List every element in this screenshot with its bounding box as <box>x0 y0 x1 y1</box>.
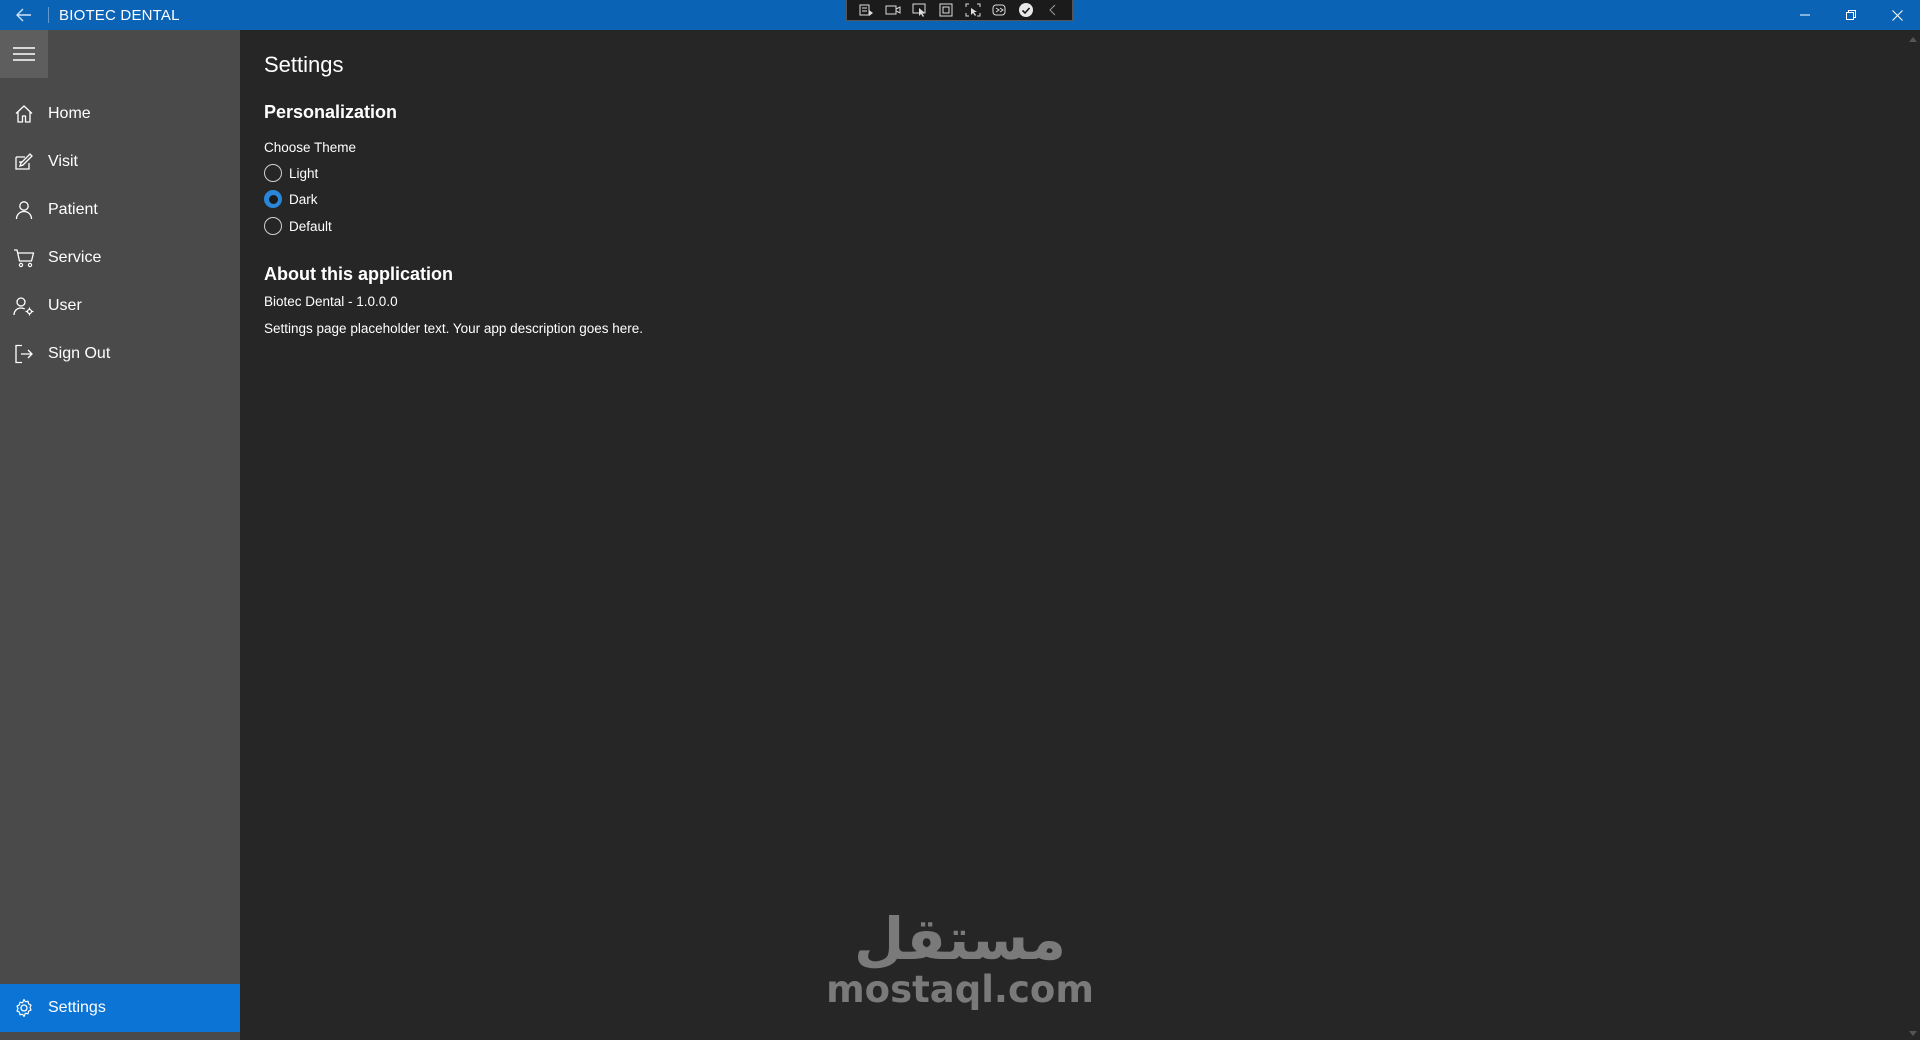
cart-icon <box>14 249 35 268</box>
adorner-icon <box>939 3 953 17</box>
display-layout-adorners-button[interactable] <box>937 2 955 18</box>
select-element-button[interactable] <box>911 2 929 18</box>
nav-item-settings[interactable]: Settings <box>0 984 240 1032</box>
radio-button-dark[interactable] <box>264 190 282 208</box>
nav-item-service[interactable]: Service <box>0 234 240 282</box>
close-button[interactable] <box>1874 0 1920 30</box>
live-visual-tree-button[interactable] <box>857 2 875 18</box>
version-text: Biotec Dental - 1.0.0.0 <box>264 294 398 309</box>
person-icon <box>15 201 33 220</box>
close-icon <box>1891 9 1903 21</box>
watermark: مستقل mostaql.com <box>826 905 1094 1018</box>
nav-item-sign-out[interactable]: Sign Out <box>0 330 240 378</box>
app-title: BIOTEC DENTAL <box>59 6 180 24</box>
page-title: Settings <box>264 52 344 77</box>
hamburger-menu-button[interactable] <box>0 30 48 78</box>
hamburger-icon <box>13 47 35 61</box>
nav-label-service: Service <box>48 249 102 266</box>
nav-label-patient: Patient <box>48 201 98 218</box>
choose-theme-label: Choose Theme <box>264 140 357 155</box>
back-arrow-icon <box>16 8 31 22</box>
home-icon <box>15 105 33 123</box>
back-button[interactable] <box>0 0 48 30</box>
minimize-icon <box>1800 14 1810 16</box>
title-bar: BIOTEC DENTAL <box>0 0 1920 30</box>
focus-track-icon <box>965 3 981 17</box>
radio-selected-dot <box>268 194 278 204</box>
minimize-button[interactable] <box>1782 0 1828 30</box>
collapse-toolbar-button[interactable] <box>1044 2 1062 18</box>
window-controls <box>1782 0 1920 30</box>
cursor-select-icon <box>912 3 926 17</box>
description-text: Settings page placeholder text. Your app… <box>264 321 644 336</box>
title-separator <box>48 7 49 23</box>
scroll-up-button[interactable] <box>1908 34 1918 44</box>
nav-label-sign-out: Sign Out <box>48 345 111 362</box>
chevron-left-icon <box>1048 4 1056 16</box>
edit-icon <box>15 153 33 170</box>
nav-item-home[interactable]: Home <box>0 90 240 138</box>
restore-button[interactable] <box>1828 0 1874 30</box>
track-focus-button[interactable] <box>964 2 982 18</box>
nav-label-settings: Settings <box>48 999 106 1016</box>
nav-item-visit[interactable]: Visit <box>0 138 240 186</box>
watermark-arabic: مستقل <box>853 905 1067 973</box>
navigation-pane: Home Visit Patient Service User Sign Out… <box>0 30 240 1040</box>
nav-list: Home Visit Patient Service User Sign Out <box>0 90 240 378</box>
personalization-heading: Personalization <box>264 102 398 122</box>
about-heading: About this application <box>264 264 453 284</box>
theme-radio-default[interactable]: Default <box>264 217 332 235</box>
sign-out-icon <box>15 344 33 364</box>
hot-reload-button[interactable] <box>990 2 1008 18</box>
status-ok-button[interactable] <box>1017 2 1035 18</box>
radio-button-default[interactable] <box>264 217 282 235</box>
scroll-down-button[interactable] <box>1908 1028 1918 1038</box>
settings-page: Settings Personalization Choose Theme Li… <box>264 30 1894 1040</box>
restore-icon <box>1846 10 1856 20</box>
visual-tree-icon <box>859 4 874 16</box>
nav-label-visit: Visit <box>48 153 78 170</box>
nav-label-home: Home <box>48 105 91 122</box>
record-button[interactable] <box>884 2 902 18</box>
scroll-up-icon <box>1909 36 1917 42</box>
radio-label-light: Light <box>289 165 319 181</box>
hot-reload-icon <box>992 4 1006 16</box>
theme-radio-light[interactable]: Light <box>264 164 318 182</box>
user-settings-icon <box>13 297 34 316</box>
nav-label-user: User <box>48 297 82 314</box>
debug-toolbar <box>846 0 1073 21</box>
radio-label-default: Default <box>289 218 332 234</box>
theme-radio-dark[interactable]: Dark <box>264 190 318 208</box>
radio-label-dark: Dark <box>289 191 318 207</box>
radio-button-light[interactable] <box>264 164 282 182</box>
watermark-latin: mostaql.com <box>826 968 1094 1011</box>
nav-item-patient[interactable]: Patient <box>0 186 240 234</box>
nav-item-user[interactable]: User <box>0 282 240 330</box>
scroll-down-icon <box>1909 1030 1917 1036</box>
camera-icon <box>885 5 901 15</box>
gear-icon <box>16 998 32 1018</box>
check-circle-icon <box>1019 3 1034 17</box>
